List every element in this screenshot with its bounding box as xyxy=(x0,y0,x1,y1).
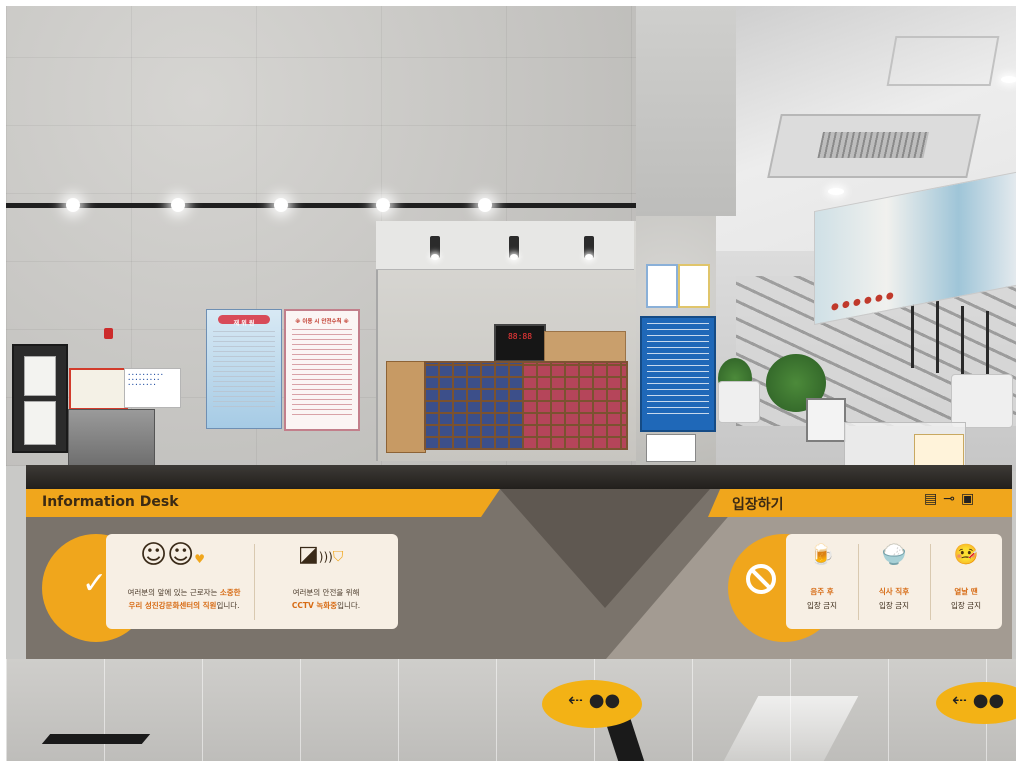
check-icon: ✓ xyxy=(82,566,108,601)
ceiling-downlight xyxy=(828,188,844,195)
staff-people-icon: ☺☺♥ xyxy=(140,540,205,570)
ceiling-panel xyxy=(886,36,1000,86)
cctv-notice-highlight: CCTV 녹화중 xyxy=(291,601,338,610)
safety-poster-pink: ※ 이용 시 안전수칙 ※ xyxy=(284,309,360,431)
office-machine xyxy=(718,381,760,423)
wall-spotlight xyxy=(478,198,492,212)
wall-spotlight xyxy=(274,198,288,212)
footprint-icon: ⇠ ●● xyxy=(952,690,1005,711)
wall-cabinet xyxy=(544,331,626,363)
prohibition-label: 식사 직후 xyxy=(878,587,910,596)
entry-prohibition-card: 🍺 음주 후 입장 금지 🍚 식사 직후 입장 금지 🤒 열날 땐 입장 금지 xyxy=(786,534,1002,629)
prohibition-sub: 입장 금지 xyxy=(807,601,837,610)
wall-sign-notice: • • • • • • • • • • • • • • • • • • • • • … xyxy=(124,368,181,408)
card-divider xyxy=(254,544,255,620)
track-light xyxy=(430,236,440,260)
prohibition-sub: 입장 금지 xyxy=(951,601,981,610)
prohibition-item: 🍺 음주 후 입장 금지 xyxy=(786,534,858,611)
key-icon: ⊸ xyxy=(943,491,961,507)
prohibition-item: 🍚 식사 직후 입장 금지 xyxy=(858,534,930,611)
ceiling-air-conditioner xyxy=(767,114,981,178)
footprint-icon: ⇠ ●● xyxy=(568,690,621,711)
cctv-notice-text: 여러분의 안전을 위해 CCTV 녹화중입니다. xyxy=(256,586,396,612)
wall-spotlight xyxy=(171,198,185,212)
staff-notice-highlight2: 우리 성진강문화센터의 직원 xyxy=(128,601,217,610)
poster-text-lines xyxy=(292,327,352,415)
poster-title: ※ 이용 시 안전수칙 ※ xyxy=(295,319,349,325)
track-light xyxy=(584,236,594,260)
poster-title: 재 위 원 xyxy=(233,320,255,327)
ceiling-downlight xyxy=(1001,76,1016,83)
computer-monitor xyxy=(806,398,846,442)
stair-rail xyxy=(911,296,914,368)
staff-notice-text: 여러분의 앞에 있는 근로자는 소중한 우리 성진강문화센터의 직원입니다. xyxy=(114,586,254,612)
stair-rail xyxy=(936,301,939,373)
locker-key-shelf xyxy=(424,361,628,450)
office-machine xyxy=(951,374,1013,428)
sick-person-icon: 🤒 xyxy=(953,542,979,566)
beer-icon: 🍺 xyxy=(809,542,835,566)
terrazzo-floor xyxy=(6,659,1016,761)
entry-title: 입장하기 xyxy=(732,497,784,513)
meal-bowl-icon: 🍚 xyxy=(881,542,907,566)
led-clock-display: 88:88 xyxy=(494,324,546,362)
prohibited-icon xyxy=(746,564,776,594)
id-card-icon: ▣ xyxy=(960,491,981,507)
wall-spotlight xyxy=(66,198,80,212)
safety-poster-blue: 재 위 원 xyxy=(206,309,282,429)
prohibition-sub: 입장 금지 xyxy=(879,601,909,610)
framed-certificate xyxy=(646,264,678,308)
wall-light-rail xyxy=(6,203,646,208)
desk-stand-sign xyxy=(646,434,696,462)
cctv-camera-icon: ◪)))⛉ xyxy=(298,542,344,567)
cctv-notice-suffix: 입니다. xyxy=(337,601,361,610)
wall-intercom-box xyxy=(68,409,155,466)
staff-notice-highlight1: 소중한 xyxy=(219,588,241,597)
stair-rail xyxy=(986,311,989,383)
info-desk-title: Information Desk xyxy=(42,494,179,510)
ceiling-beam xyxy=(636,6,736,216)
floor-stripe xyxy=(41,734,151,744)
cctv-notice-line1: 여러분의 안전을 위해 xyxy=(292,588,360,597)
towel-icon: ▤ xyxy=(924,491,944,507)
poster-header: 재 위 원 xyxy=(218,315,270,327)
information-desk-counter: Information Desk 입장하기 ▤⊸▣ ✓ ☺☺♥ 여러분의 앞에 … xyxy=(26,489,1012,659)
prohibition-item: 🤒 열날 땐 입장 금지 xyxy=(930,534,1002,611)
notice-paper xyxy=(24,356,56,396)
framed-certificate xyxy=(678,264,710,308)
led-clock-text: 88:88 xyxy=(507,332,533,341)
bookcase xyxy=(386,361,426,453)
prohibition-label: 열날 땐 xyxy=(954,587,978,596)
info-board-lines xyxy=(647,322,709,414)
fire-alarm xyxy=(104,328,113,339)
poster-text-lines xyxy=(213,327,275,407)
footprint-sticker: ⇠ ●● xyxy=(542,680,642,728)
stair-rail xyxy=(961,306,964,378)
staff-notice-line1: 여러분의 앞에 있는 근로자는 xyxy=(127,588,220,597)
acrylic-notice xyxy=(914,434,964,466)
blue-info-board xyxy=(640,316,716,432)
wall-sign-map xyxy=(69,368,128,410)
track-light xyxy=(509,236,519,260)
wall-spotlight xyxy=(376,198,390,212)
lobby-scene: ● ● ● ● ● ● 88:88 • • • • • • • • • • • •… xyxy=(6,6,1016,761)
notice-paper xyxy=(24,401,56,445)
prohibition-label: 음주 후 xyxy=(810,587,834,596)
counter-top xyxy=(26,465,1012,489)
office-ceiling xyxy=(376,221,634,270)
staff-notice-suffix: 입니다. xyxy=(216,601,240,610)
staff-cctv-card: ☺☺♥ 여러분의 앞에 있는 근로자는 소중한 우리 성진강문화센터의 직원입니… xyxy=(106,534,398,629)
notice-board xyxy=(12,344,68,453)
band-icons: ▤⊸▣ xyxy=(924,491,980,507)
